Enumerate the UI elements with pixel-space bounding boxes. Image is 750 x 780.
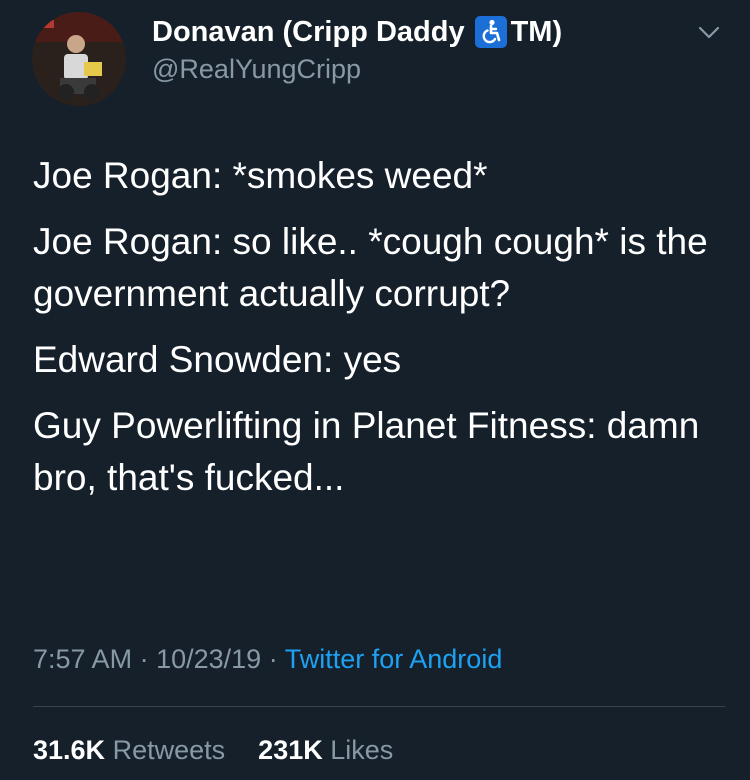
author-name-suffix: TM): [510, 16, 563, 48]
likes-stat[interactable]: 231K Likes: [258, 735, 393, 765]
meta-separator: ·: [139, 644, 149, 674]
avatar[interactable]: [32, 12, 126, 106]
tweet-text: Joe Rogan: *smokes weed* Joe Rogan: so l…: [33, 150, 723, 518]
tweet-time[interactable]: 7:57 AM: [33, 644, 132, 674]
accessibility-icon: [474, 16, 507, 48]
retweets-label: Retweets: [112, 735, 226, 765]
likes-label: Likes: [330, 735, 394, 765]
chevron-down-icon[interactable]: [698, 26, 720, 40]
tweet-line: Joe Rogan: so like.. *cough cough* is th…: [33, 221, 708, 314]
tweet-line: Guy Powerlifting in Planet Fitness: damn…: [33, 405, 700, 498]
tweet-stats: 31.6K Retweets 231K Likes: [33, 733, 393, 767]
tweet-date[interactable]: 10/23/19: [156, 644, 261, 674]
meta-separator: ·: [268, 644, 278, 674]
author-name-prefix: Donavan (Cripp Daddy: [152, 16, 465, 48]
tweet-meta: 7:57 AM · 10/23/19 · Twitter for Android: [33, 641, 502, 677]
tweet-source-link[interactable]: Twitter for Android: [285, 644, 503, 674]
retweets-stat[interactable]: 31.6K Retweets: [33, 735, 233, 765]
author-handle[interactable]: @RealYungCripp: [152, 52, 361, 86]
tweet-line: Edward Snowden: yes: [33, 339, 402, 380]
likes-count: 231K: [258, 735, 323, 765]
divider: [33, 706, 725, 707]
retweets-count: 31.6K: [33, 735, 106, 765]
author-name[interactable]: Donavan (Cripp Daddy TM): [152, 14, 562, 50]
tweet-line: Joe Rogan: *smokes weed*: [33, 155, 488, 196]
avatar-photo: [32, 12, 126, 106]
